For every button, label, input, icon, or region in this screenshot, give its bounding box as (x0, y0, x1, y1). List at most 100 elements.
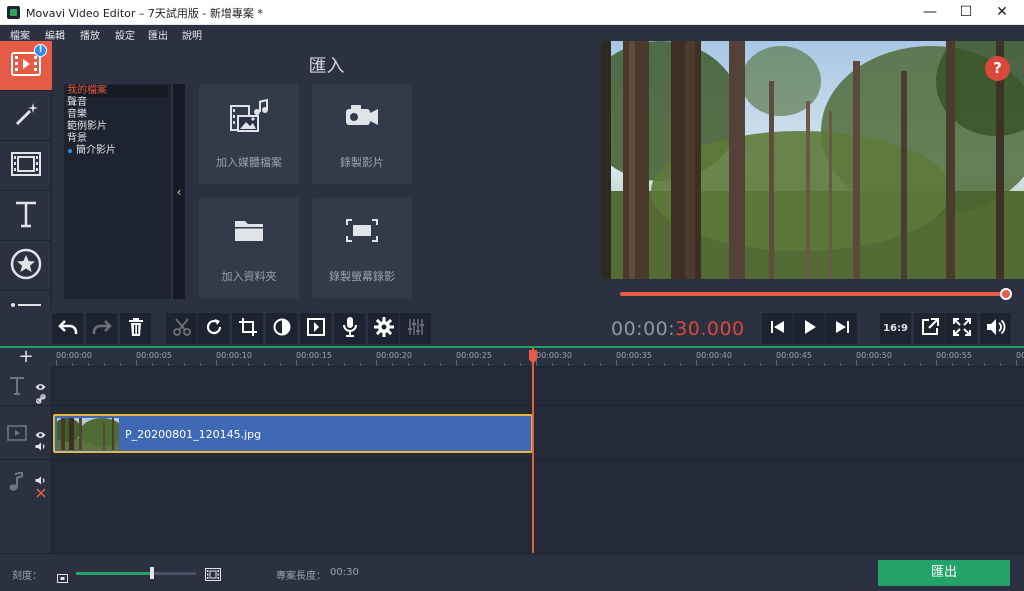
rail-stickers-button[interactable] (0, 241, 52, 291)
timecode-main: 00:00: (611, 318, 676, 340)
category-sounds[interactable]: 聲音 (67, 97, 168, 109)
cut-button[interactable] (166, 313, 197, 344)
ruler-tick (760, 363, 761, 366)
screen-capture-tile[interactable]: 錄製螢幕錄影 (312, 198, 412, 298)
close-button[interactable]: ✕ (984, 0, 1020, 25)
panel-title: 匯入 (308, 56, 345, 77)
record-video-tile[interactable]: 錄製影片 (312, 84, 412, 184)
category-backgrounds[interactable]: 背景 (67, 133, 168, 145)
ruler-tick (776, 360, 777, 366)
menu-settings[interactable]: 設定 (115, 27, 135, 42)
play-button[interactable] (794, 313, 825, 344)
menu-edit[interactable]: 編輯 (45, 27, 65, 42)
category-music[interactable]: 音樂 (67, 109, 168, 121)
ruler-tick (552, 363, 553, 366)
ruler-tick (264, 363, 265, 366)
skip-forward-button[interactable] (826, 313, 857, 344)
ruler-time-label: 00:00:25 (456, 351, 492, 360)
time-ruler[interactable]: 00:00:00 00:00:05 00:00:10 00:00:15 00:00:20… (52, 348, 1024, 367)
ruler-tick (920, 363, 921, 366)
seek-handle[interactable] (1000, 288, 1012, 300)
equalizer-button[interactable] (400, 313, 431, 344)
redo-button[interactable] (86, 313, 117, 344)
rail-filters-button[interactable] (0, 141, 52, 191)
screen-capture-label: 錄製螢幕錄影 (329, 270, 395, 283)
popout-preview-button[interactable] (914, 313, 945, 344)
fullscreen-button[interactable] (946, 313, 977, 344)
clip-thumbnail (57, 418, 119, 450)
skip-back-button[interactable] (762, 313, 793, 344)
ruler-tick (424, 363, 425, 366)
clip-filename: P_20200801_120145.jpg (125, 428, 262, 441)
import-panel: 匯入 我的檔案 聲音 音樂 範例影片 背景 簡介影片 ‹ 加入媒體檔案 錄製影片 (53, 41, 600, 311)
audio-track[interactable] (52, 460, 1024, 553)
ruler-tick (936, 360, 937, 366)
timeline-clip[interactable]: P_20200801_120145.jpg (53, 414, 533, 453)
ruler-tick (232, 363, 233, 366)
menu-playback[interactable]: 播放 (80, 27, 100, 42)
ruler-tick (872, 363, 873, 366)
play-icon (803, 319, 817, 339)
audio-track-header (0, 460, 52, 553)
ruler-tick (968, 363, 969, 366)
ruler-tick (600, 363, 601, 366)
ruler-tick (184, 363, 185, 366)
menu-export[interactable]: 匯出 (148, 27, 168, 42)
title-track[interactable] (52, 367, 1024, 406)
crop-button[interactable] (232, 313, 263, 344)
category-my-files[interactable]: 我的檔案 (67, 85, 168, 97)
category-sample-videos[interactable]: 範例影片 (67, 121, 168, 133)
ruler-tick (312, 363, 313, 366)
preview-seek-bar[interactable] (620, 288, 1012, 300)
volume-button[interactable] (980, 313, 1011, 344)
aspect-ratio-button[interactable]: 16:9 (880, 313, 911, 344)
rotate-button[interactable] (198, 313, 229, 344)
video-track-mute-icon[interactable] (35, 436, 46, 455)
audio-track-unlink-icon[interactable] (36, 483, 46, 502)
help-button[interactable]: ? (985, 56, 1010, 81)
color-adjust-button[interactable] (266, 313, 297, 344)
ruler-tick (888, 363, 889, 366)
add-folder-tile[interactable]: 加入資料夾 (199, 198, 299, 298)
ruler-tick (88, 363, 89, 366)
voiceover-icon (342, 316, 358, 341)
color-adjust-icon (273, 318, 291, 340)
crop-icon (238, 317, 257, 340)
zoom-slider[interactable] (76, 567, 196, 579)
menu-file[interactable]: 檔案 (10, 27, 30, 42)
export-button[interactable]: 匯出 (878, 560, 1010, 586)
ruler-tick (280, 363, 281, 366)
ruler-tick (440, 363, 441, 366)
rail-effects-button[interactable] (0, 91, 52, 141)
video-preview[interactable]: ? (601, 41, 1024, 279)
add-media-tile[interactable]: 加入媒體檔案 (199, 84, 299, 184)
category-intro-videos[interactable]: 簡介影片 (67, 145, 168, 157)
maximize-button[interactable]: ☐ (948, 0, 984, 25)
ruler-tick (840, 363, 841, 366)
ruler-tick (536, 360, 537, 366)
zoom-in-icon[interactable] (205, 566, 221, 585)
voiceover-button[interactable] (334, 313, 365, 344)
transition-button[interactable] (300, 313, 331, 344)
add-track-button[interactable]: + (0, 348, 52, 367)
ruler-tick (952, 363, 953, 366)
ruler-tick (1016, 360, 1017, 366)
ruler-tick (712, 363, 713, 366)
delete-button[interactable] (120, 313, 151, 344)
clip-settings-button[interactable] (368, 313, 399, 344)
ruler-tick (200, 363, 201, 366)
zoom-out-icon[interactable] (57, 568, 68, 587)
collapse-list-button[interactable]: ‹ (173, 84, 185, 299)
zoom-slider-handle[interactable] (149, 567, 154, 579)
minimize-button[interactable]: — (912, 0, 948, 25)
undo-icon (57, 319, 78, 339)
ruler-tick (248, 363, 249, 366)
menu-help[interactable]: 說明 (182, 27, 202, 42)
undo-button[interactable] (52, 313, 83, 344)
ruler-time-label: 00:00:40 (696, 351, 732, 360)
playhead[interactable] (532, 348, 534, 553)
ruler-tick (392, 363, 393, 366)
rail-titles-button[interactable] (0, 191, 52, 241)
category-intro-videos-label: 簡介影片 (76, 145, 116, 156)
rail-import-button[interactable]: ! (0, 41, 52, 91)
